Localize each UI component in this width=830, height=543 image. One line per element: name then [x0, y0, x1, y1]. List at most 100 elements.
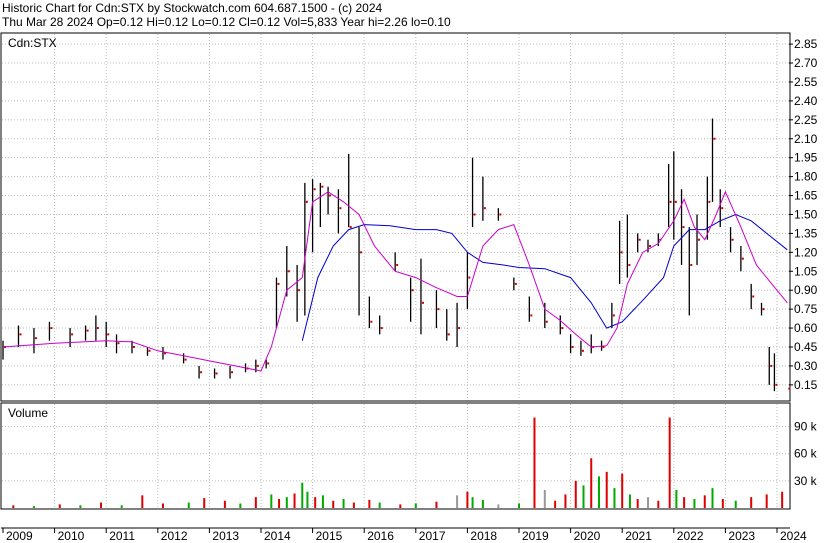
volume-bar: [628, 494, 631, 508]
close-dot: [770, 364, 773, 367]
volume-bar: [120, 505, 123, 508]
volume-bar: [657, 500, 660, 508]
volume-bar: [368, 499, 371, 508]
close-dot: [298, 289, 301, 292]
volume-bar: [781, 491, 784, 508]
close-dot: [200, 371, 203, 374]
price-label: 0.30: [794, 359, 818, 373]
volume-bar: [590, 458, 593, 508]
volume-bar: [435, 501, 438, 508]
close-dot: [184, 358, 187, 361]
volume-bar: [582, 485, 585, 508]
price-label: 1.35: [794, 226, 818, 240]
year-label: 2020: [574, 529, 601, 543]
volume-bar: [533, 417, 536, 508]
price-label: 0.60: [794, 321, 818, 335]
close-dot: [638, 238, 641, 241]
close-dot: [545, 320, 548, 323]
close-dot: [256, 364, 259, 367]
close-dot: [468, 276, 471, 279]
volume-bar: [278, 498, 281, 508]
volume-bar: [314, 497, 317, 508]
close-dot: [447, 333, 450, 336]
volume-bar: [683, 497, 686, 508]
volume-bar: [613, 488, 616, 508]
close-dot: [321, 185, 324, 188]
volume-bar: [750, 497, 753, 508]
volume-bar: [693, 498, 696, 508]
close-dot: [682, 226, 685, 229]
volume-bar: [223, 500, 226, 508]
volume-bar: [239, 503, 242, 508]
close-dot: [411, 289, 414, 292]
close-dot: [329, 194, 332, 197]
volume-bar: [141, 495, 144, 508]
close-dot: [741, 257, 744, 260]
volume-bar: [734, 500, 737, 508]
volume-label: 30 k: [794, 474, 818, 488]
volume-bar: [100, 502, 103, 508]
volume-bar: [12, 505, 15, 508]
close-dot: [788, 387, 791, 390]
close-dot: [721, 207, 724, 210]
volume-bar: [574, 480, 577, 508]
volume-bar: [481, 499, 484, 508]
year-label: 2014: [264, 529, 291, 543]
price-label: 1.80: [794, 170, 818, 184]
close-dot: [669, 200, 672, 203]
close-dot: [458, 327, 461, 330]
volume-bar: [605, 471, 608, 508]
close-dot: [690, 263, 693, 266]
volume-bar: [471, 497, 474, 508]
volume-bar: [621, 473, 624, 508]
price-label: 1.95: [794, 151, 818, 165]
volume-bar: [554, 500, 557, 508]
close-dot: [313, 188, 316, 191]
close-dot: [148, 349, 151, 352]
close-dot: [649, 245, 651, 248]
symbol-label: Cdn:STX: [8, 36, 57, 50]
volume-bar: [321, 495, 324, 508]
close-dot: [19, 333, 22, 336]
close-dot: [483, 207, 486, 210]
volume-label: 90 k: [794, 420, 818, 434]
volume-bar: [285, 497, 288, 508]
close-dot: [674, 200, 677, 203]
close-dot: [34, 337, 37, 340]
year-label: 2013: [212, 529, 239, 543]
close-dot: [561, 327, 564, 330]
close-dot: [775, 383, 778, 386]
year-label: 2017: [419, 529, 446, 543]
close-dot: [305, 200, 308, 203]
close-dot: [698, 238, 701, 241]
volume-bar: [675, 489, 678, 508]
close-dot: [396, 263, 399, 266]
close-dot: [499, 213, 502, 216]
volume-bar: [293, 493, 296, 508]
close-dot: [530, 314, 533, 317]
volume-bar: [306, 491, 309, 508]
price-label: 2.85: [794, 37, 818, 51]
volume-bar: [518, 503, 520, 508]
year-label: 2024: [780, 529, 807, 543]
close-dot: [339, 207, 342, 210]
price-label: 1.50: [794, 207, 818, 221]
close-dot: [708, 200, 711, 203]
year-label: 2010: [58, 529, 85, 543]
close-dot: [713, 137, 716, 140]
volume-bar: [456, 495, 459, 508]
volume-bar: [203, 498, 206, 508]
stock-chart: 0.15 0.30 0.45 0.60 0.75 0.90 1.05 1.20 1.35 1.50…: [0, 32, 818, 543]
price-label: 1.65: [794, 189, 818, 203]
close-dot: [50, 327, 53, 330]
price-label: 2.10: [794, 132, 818, 146]
volume-bar: [497, 504, 500, 508]
volume-bar: [636, 498, 639, 508]
price-label: 1.05: [794, 264, 818, 278]
volume-bar: [378, 502, 381, 508]
price-label: 0.90: [794, 283, 818, 297]
volume-bar: [301, 482, 304, 508]
close-dot: [71, 333, 74, 336]
price-label: 0.75: [794, 302, 818, 316]
volume-panel-frame: [0, 402, 791, 510]
